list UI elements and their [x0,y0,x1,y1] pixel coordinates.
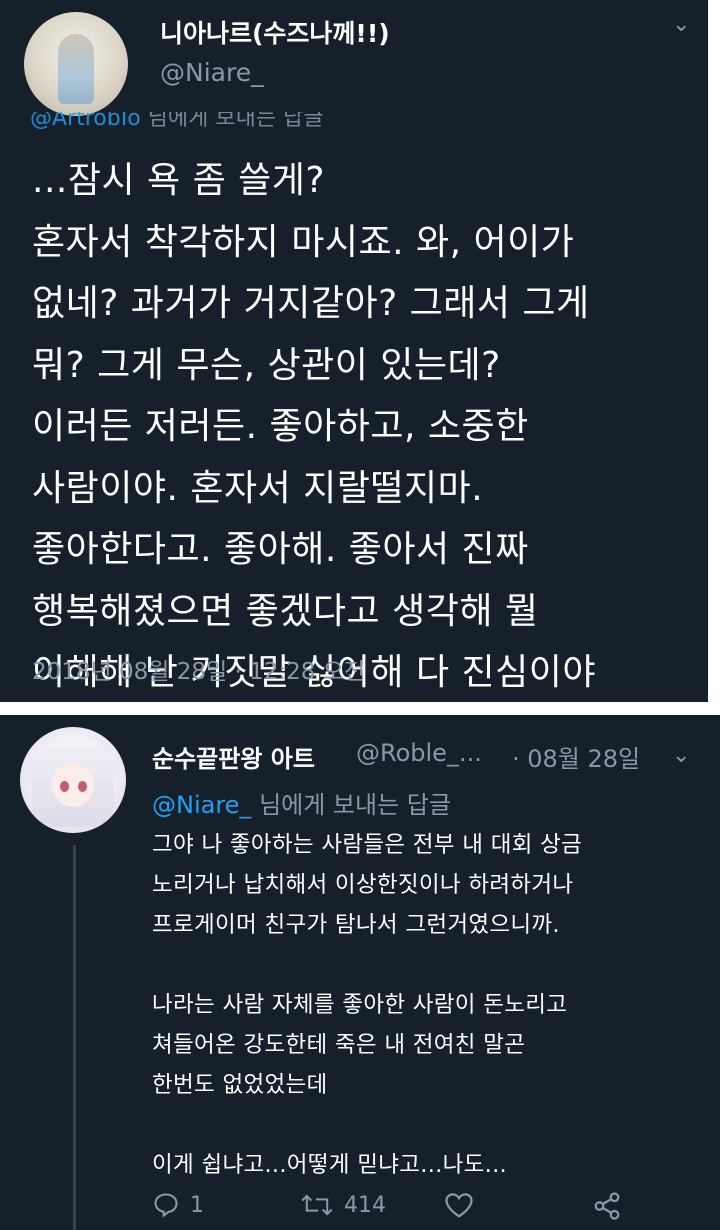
replying-suffix: 님에게 보내는 답글 [251,791,451,819]
replying-mention[interactable]: @Niare_ [152,791,251,819]
chevron-down-icon[interactable]: ⌄ [672,12,690,37]
avatar-eye [78,781,87,792]
reply-text: 그야 나 좋아하는 사람들은 전부 내 대회 상금 노리거나 납치해서 이상한짓… [152,832,583,1178]
avatar-figure [58,34,94,104]
reply-icon [152,1191,180,1219]
reply-tweet[interactable]: 순수끝판왕 아트 @Roble_... · 08월 28일 ⌄ @Niare_ … [0,715,720,1230]
like-button[interactable] [444,1191,484,1219]
reply-avatar[interactable] [20,727,126,833]
reply-date[interactable]: · 08월 28일 [512,739,640,774]
retweet-count: 414 [344,1192,386,1218]
tweet-timestamp[interactable]: 2018년 08월 28일 · 12:28 오전 [32,652,365,686]
heart-icon [444,1191,474,1219]
user-avatar[interactable] [24,12,128,116]
retweet-button[interactable]: 414 [300,1191,386,1219]
chevron-down-icon[interactable]: ⌄ [672,743,690,768]
divider [0,702,720,715]
display-name[interactable]: 니아나르(수즈나께!!) [160,14,390,50]
thread-line [73,845,76,1230]
retweet-icon [300,1191,334,1219]
replying-mention[interactable]: @ArtrobIo [30,112,141,130]
tweet-text: ...잠시 욕 좀 쓸게? 혼자서 착각하지 마시죠. 와, 어이가 없네? 과… [32,160,597,693]
replying-to-label: @Niare_ 님에게 보내는 답글 [152,785,451,820]
action-bar: 1 414 [152,1191,692,1225]
user-handle[interactable]: @Niare_ [160,58,264,87]
reply-handle[interactable]: @Roble_... [356,739,482,767]
reply-display-name[interactable]: 순수끝판왕 아트 [152,739,315,774]
reply-button[interactable]: 1 [152,1191,204,1219]
avatar-eye [60,781,69,792]
avatar-face [52,763,94,807]
replying-to-label: @ArtrobIo 님에게 보내는 답글 [30,112,324,130]
share-icon [592,1191,622,1221]
main-tweet: 니아나르(수즈나께!!) @Niare_ ⌄ @ArtrobIo 님에게 보내는… [0,0,720,702]
reply-count: 1 [190,1192,204,1218]
replying-suffix: 님에게 보내는 답글 [140,112,324,130]
share-button[interactable] [592,1191,622,1221]
